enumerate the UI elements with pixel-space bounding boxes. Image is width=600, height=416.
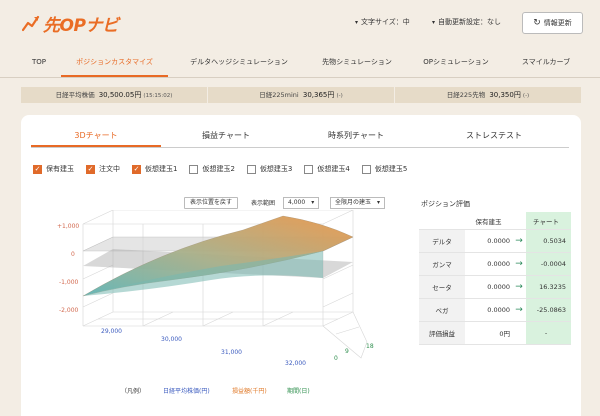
chart-value: - [526,321,571,345]
x-tick: 30,000 [161,336,182,343]
chevron-down-icon: ▾ [377,198,381,206]
z-tick: 0 [71,251,75,258]
legend-y: 期間(日) [287,388,310,395]
nav-delta-hedge[interactable]: デルタヘッジシミュレーション [180,47,298,77]
hold-value: 0.0000 [465,298,512,322]
col-chart-header: チャート [526,212,571,230]
table-row: デルタ 0.0000 → 0.5034 [419,229,571,253]
tab-stress-test[interactable]: ストレステスト [419,125,569,148]
3d-chart[interactable]: +1,000 0 -1,000 -2,000 29,000 30,000 31,… [21,210,406,385]
main-nav: TOP ポジションカスタマイズ デルタヘッジシミュレーション 先物シミュレーショ… [0,47,600,78]
checkbox[interactable] [189,164,199,174]
arrow-right-icon: → [512,229,526,253]
table-row: セータ 0.0000 → 16.3235 [419,275,571,299]
z-tick: -1,000 [59,279,79,286]
x-tick: 31,000 [221,349,242,356]
checkbox-virtual-5[interactable]: 仮想建玉5 [361,164,407,174]
x-axis-ticks: 29,000 30,000 31,000 32,000 [101,328,306,367]
range-select[interactable]: 4,000 ▾ [283,196,320,209]
logo[interactable]: 先OPナビ [22,10,119,36]
y-axis-ticks: 0 9 18 [334,343,374,362]
chevron-down-icon: ▾ [432,18,436,26]
tab-timeseries-chart[interactable]: 時系列チャート [291,125,421,147]
chart-value: 0.5034 [526,229,571,253]
ticker-mini: 日経225mini 30,365円 (-) [208,87,395,103]
checkbox[interactable] [304,164,314,174]
x-tick: 29,000 [101,328,122,335]
legend-title: （凡例） [121,388,146,395]
arrow-right-icon: → [512,298,526,322]
chevron-down-icon: ▾ [311,198,315,206]
row-label: 評価損益 [419,321,465,345]
refresh-button[interactable]: ↻ 情報更新 [522,12,583,34]
checkbox[interactable] [246,164,256,174]
x-tick: 32,000 [285,360,306,367]
chart-value: 16.3235 [526,275,571,299]
ticker-nikkei: 日経平均株価 30,500.05円 (15:15:02) [21,87,208,103]
row-label: セータ [419,275,465,299]
checkbox[interactable]: ✓ [86,164,95,174]
hold-value: 0円 [465,321,512,345]
chart-value: -25.0863 [526,298,571,322]
nav-futures-sim[interactable]: 先物シミュレーション [314,47,400,77]
row-label: ベガ [419,298,465,322]
hold-value: 0.0000 [465,252,512,276]
chart-value: -0.0004 [526,252,571,276]
main-panel: 3Dチャート 損益チャート 時系列チャート ストレステスト ✓ 保有建玉 ✓ 注文中… [21,115,581,416]
arrow-right-icon: → [512,275,526,299]
reset-view-button[interactable]: 表示位置を戻す [184,196,239,209]
checkbox[interactable]: ✓ [132,164,141,174]
evaluation-table: 保有建玉 チャート デルタ 0.0000 → 0.5034 ガンマ 0.0000… [419,212,571,345]
arrow-right-icon: → [512,252,526,276]
checkbox-holding[interactable]: ✓ 保有建玉 [33,164,74,174]
table-row: ガンマ 0.0000 → -0.0004 [419,252,571,276]
y-tick: 9 [345,348,349,355]
chevron-down-icon: ▾ [355,18,359,26]
y-tick: 0 [334,355,338,362]
checkbox-virtual-2[interactable]: 仮想建玉2 [189,164,235,174]
table-row: ベガ 0.0000 → -25.0863 [419,298,571,322]
table-row: 評価損益 0円 - [419,321,571,345]
nav-top[interactable]: TOP [22,47,56,77]
nav-smile-curve[interactable]: スマイルカーブ [512,47,580,77]
logo-icon [22,15,40,32]
hold-value: 0.0000 [465,275,512,299]
z-tick: -2,000 [59,307,79,314]
legend-x: 日経平均株価(円) [163,388,210,395]
font-size-dropdown[interactable]: ▾ 文字サイズ：中 [355,17,410,27]
nav-op-sim[interactable]: OPシミュレーション [414,47,498,77]
checkbox[interactable]: ✓ [33,164,42,174]
logo-text: 先OPナビ [43,15,119,36]
ticker-futures: 日経225先物 30,350円 (-) [446,91,530,99]
col-hold-header: 保有建玉 [465,212,512,230]
tab-pnl-chart[interactable]: 損益チャート [161,125,291,147]
hold-value: 0.0000 [465,229,512,253]
month-select[interactable]: 全限月の建玉 ▾ [330,196,386,209]
y-tick: 18 [366,343,374,350]
legend-z: 損益額(千円) [232,388,267,395]
price-ticker: 日経平均株価 30,500.05円 (15:15:02) 日経225mini 3… [21,87,581,103]
checkbox-virtual-3[interactable]: 仮想建玉3 [246,164,292,174]
refresh-icon: ↻ [533,18,541,28]
table-header: 保有建玉 チャート [419,212,571,230]
auto-update-label: 自動更新設定：なし [438,18,502,26]
row-label: デルタ [419,229,465,253]
refresh-label: 情報更新 [543,19,572,27]
tab-3d-chart[interactable]: 3Dチャート [31,125,161,147]
nav-position-customize[interactable]: ポジションカスタマイズ [61,47,168,77]
evaluation-title: ポジション評価 [421,200,470,208]
checkbox[interactable] [361,164,371,174]
checkbox-virtual-1[interactable]: ✓ 仮想建玉1 [132,164,177,174]
z-tick: +1,000 [57,223,79,230]
font-size-label: 文字サイズ：中 [361,18,410,26]
chart-tabs: 3Dチャート 損益チャート 時系列チャート [31,125,421,148]
range-label: 表示範囲 [251,200,276,207]
row-label: ガンマ [419,252,465,276]
auto-update-dropdown[interactable]: ▾ 自動更新設定：なし [432,17,501,27]
z-axis-ticks: +1,000 0 -1,000 -2,000 [57,223,79,314]
app-header: 先OPナビ ▾ 文字サイズ：中 ▾ 自動更新設定：なし ↻ 情報更新 [0,0,600,45]
checkbox-ordering[interactable]: ✓ 注文中 [86,164,120,174]
checkbox-virtual-4[interactable]: 仮想建玉4 [304,164,350,174]
position-filter: ✓ 保有建玉 ✓ 注文中 ✓ 仮想建玉1 仮想建玉2 仮想建玉3 仮想建玉4 仮想建玉… [33,163,419,175]
